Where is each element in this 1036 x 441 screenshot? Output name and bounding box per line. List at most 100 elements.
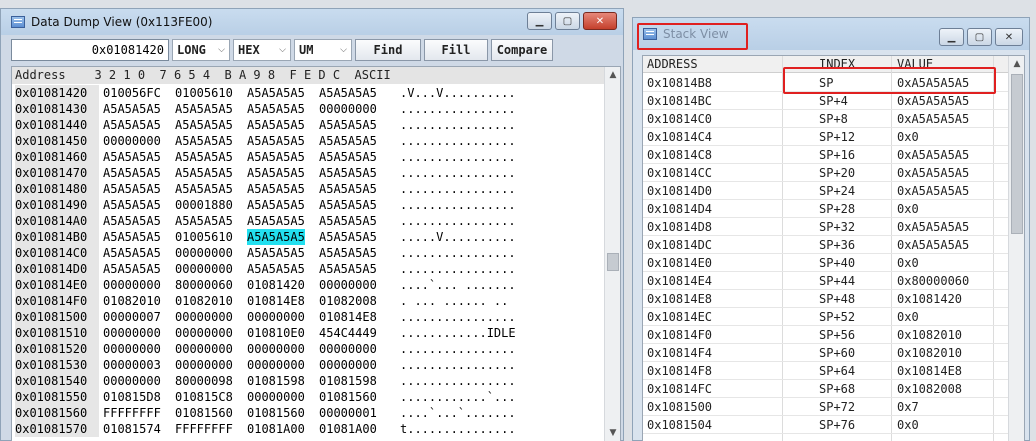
dump-row-ascii[interactable]: ................ [400, 309, 516, 325]
dump-cell[interactable]: A5A5A5A5 [175, 181, 233, 197]
dump-cell[interactable]: 00000000 [103, 373, 161, 389]
dump-cell[interactable]: 01082008 [319, 293, 377, 309]
dump-row-ascii[interactable]: .....V.......... [400, 229, 516, 245]
stack-row[interactable]: 0x10814F4 SP+60 0x1082010 [643, 344, 1009, 362]
stack-row[interactable]: 0x10814D4 SP+28 0x0 [643, 200, 1009, 218]
dump-cell[interactable]: A5A5A5A5 [247, 85, 305, 101]
stack-row[interactable]: 0x1081504 SP+76 0x0 [643, 416, 1009, 434]
dump-row-address[interactable]: 0x01081420 [15, 85, 99, 101]
dump-cell[interactable]: A5A5A5A5 [175, 133, 233, 149]
dump-cell[interactable]: A5A5A5A5 [175, 101, 233, 117]
dump-row-address[interactable]: 0x01081440 [15, 117, 99, 133]
dump-cell[interactable]: 00000000 [319, 277, 377, 293]
dump-row-ascii[interactable]: ................ [400, 261, 516, 277]
dump-cell[interactable]: 00000000 [247, 341, 305, 357]
dump-row-address[interactable]: 0x010814E0 [15, 277, 99, 293]
dump-row-address[interactable]: 0x01081530 [15, 357, 99, 373]
dump-row-ascii[interactable]: ................ [400, 101, 516, 117]
stack-scrollbar[interactable]: ▲ [1008, 56, 1024, 441]
close-button[interactable]: ✕ [995, 28, 1023, 46]
stack-row[interactable]: 0x10814C0 SP+8 0xA5A5A5A5 [643, 110, 1009, 128]
dump-row-address[interactable]: 0x01081560 [15, 405, 99, 421]
dump-cell[interactable]: 01005610 [175, 85, 233, 101]
dump-cell[interactable]: A5A5A5A5 [319, 213, 377, 229]
dump-cell[interactable]: 01081574 [103, 421, 161, 437]
dump-row-address[interactable]: 0x01081430 [15, 101, 99, 117]
dump-row-ascii[interactable]: ....`...`....... [400, 405, 516, 421]
format-select[interactable]: HEX ⌵ [233, 39, 291, 61]
dump-cell[interactable]: A5A5A5A5 [247, 245, 305, 261]
dump-cell[interactable]: A5A5A5A5 [319, 181, 377, 197]
maximize-button[interactable]: ▢ [555, 12, 580, 30]
dump-scrollbar[interactable]: ▲ ▼ [604, 67, 620, 441]
dump-cell[interactable]: 01082010 [103, 293, 161, 309]
dump-cell[interactable]: 010815C8 [175, 389, 233, 405]
dump-row-ascii[interactable]: ............`... [400, 389, 516, 405]
stack-row[interactable]: 0x10814E8 SP+48 0x1081420 [643, 290, 1009, 308]
dump-row-ascii[interactable]: ................ [400, 197, 516, 213]
dump-cell[interactable]: 010814E8 [319, 309, 377, 325]
dump-row-ascii[interactable]: ................ [400, 373, 516, 389]
dump-row-address[interactable]: 0x010814D0 [15, 261, 99, 277]
dump-cell[interactable]: 00000000 [175, 245, 233, 261]
dump-cell[interactable]: 00000000 [103, 341, 161, 357]
dump-cell[interactable]: 80000060 [175, 277, 233, 293]
dump-cell[interactable]: A5A5A5A5 [103, 149, 161, 165]
dump-cell[interactable]: A5A5A5A5 [247, 101, 305, 117]
dump-titlebar[interactable]: Data Dump View (0x113FE00) ▁ ▢ ✕ [1, 9, 623, 35]
dump-cell[interactable]: A5A5A5A5 [175, 165, 233, 181]
dump-cell[interactable]: A5A5A5A5 [247, 213, 305, 229]
dump-cell[interactable]: A5A5A5A5 [103, 181, 161, 197]
dump-row-ascii[interactable]: .V...V.......... [400, 85, 516, 101]
dump-cell[interactable]: 00000000 [103, 325, 161, 341]
dump-cell[interactable]: A5A5A5A5 [103, 213, 161, 229]
dump-cell[interactable]: 00000001 [319, 405, 377, 421]
dump-cell[interactable]: 454C4449 [319, 325, 377, 341]
dump-cell[interactable]: 01081598 [247, 373, 305, 389]
dump-cell[interactable]: 01081560 [319, 389, 377, 405]
dump-row-address[interactable]: 0x010814F0 [15, 293, 99, 309]
dump-cell[interactable]: A5A5A5A5 [175, 117, 233, 133]
dump-cell[interactable]: FFFFFFFF [103, 405, 161, 421]
dump-cell[interactable]: 010056FC [103, 85, 161, 101]
dump-cell[interactable]: A5A5A5A5 [319, 117, 377, 133]
dump-row-address[interactable]: 0x010814B0 [15, 229, 99, 245]
stack-row[interactable]: 0x10814C8 SP+16 0xA5A5A5A5 [643, 146, 1009, 164]
maximize-button[interactable]: ▢ [967, 28, 992, 46]
stack-row[interactable]: 0x10814F8 SP+64 0x10814E8 [643, 362, 1009, 380]
dump-cell[interactable]: A5A5A5A5 [319, 133, 377, 149]
dump-cell[interactable]: 01081598 [319, 373, 377, 389]
dump-row-address[interactable]: 0x010814C0 [15, 245, 99, 261]
stack-row[interactable]: 0x10814BC SP+4 0xA5A5A5A5 [643, 92, 1009, 110]
dump-cell[interactable]: 00000000 [247, 389, 305, 405]
dump-cell[interactable]: A5A5A5A5 [319, 149, 377, 165]
dump-cell[interactable]: A5A5A5A5 [319, 261, 377, 277]
dump-cell[interactable]: A5A5A5A5 [103, 229, 161, 245]
dump-cell[interactable]: 01081A00 [247, 421, 305, 437]
dump-row-ascii[interactable]: ............IDLE [400, 325, 516, 341]
dump-cell[interactable]: A5A5A5A5 [103, 101, 161, 117]
stack-row[interactable]: 0x10814EC SP+52 0x0 [643, 308, 1009, 326]
stack-row[interactable]: 0x10814F0 SP+56 0x1082010 [643, 326, 1009, 344]
scroll-thumb[interactable] [1011, 74, 1023, 234]
dump-row-ascii[interactable]: ................ [400, 341, 516, 357]
dump-row-ascii[interactable]: ................ [400, 357, 516, 373]
fill-button[interactable]: Fill [424, 39, 488, 61]
dump-cell[interactable]: 00000000 [247, 309, 305, 325]
dump-cell[interactable]: 00000000 [319, 357, 377, 373]
dump-cell[interactable]: A5A5A5A5 [247, 181, 305, 197]
dump-cell[interactable]: A5A5A5A5 [103, 117, 161, 133]
dump-cell[interactable]: 00000000 [175, 309, 233, 325]
dump-row-ascii[interactable]: ................ [400, 213, 516, 229]
dump-row-address[interactable]: 0x01081500 [15, 309, 99, 325]
dump-cell[interactable]: A5A5A5A5 [103, 165, 161, 181]
dump-row-ascii[interactable]: ................ [400, 133, 516, 149]
dump-cell[interactable]: 010814E8 [247, 293, 305, 309]
dump-row-ascii[interactable]: t............... [400, 421, 516, 437]
size-select[interactable]: LONG ⌵ [172, 39, 230, 61]
dump-cell[interactable]: 010815D8 [103, 389, 161, 405]
stack-row[interactable]: 0x10814D8 SP+32 0xA5A5A5A5 [643, 218, 1009, 236]
stack-row[interactable]: 0x10814E0 SP+40 0x0 [643, 254, 1009, 272]
dump-row-address[interactable]: 0x010814A0 [15, 213, 99, 229]
address-input[interactable] [11, 39, 169, 61]
